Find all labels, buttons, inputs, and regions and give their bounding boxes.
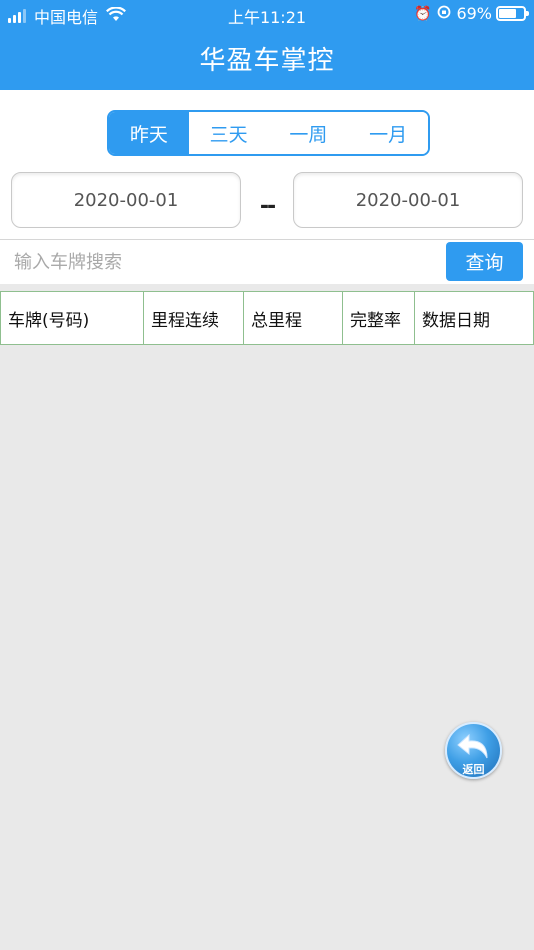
start-date-field[interactable]: 2020-00-01 xyxy=(11,172,241,228)
tab-one-month[interactable]: 一月 xyxy=(348,112,428,154)
column-total-mileage: 总里程 xyxy=(244,292,343,344)
alarm-icon: ⏰ xyxy=(414,5,432,22)
column-completeness-rate: 完整率 xyxy=(343,292,415,344)
query-button[interactable]: 查询 xyxy=(446,242,523,281)
column-plate-number: 车牌(号码) xyxy=(1,292,144,344)
filter-panel: 昨天 三天 一周 一月 2020-00-01 -- 2020-00-01 查询 xyxy=(0,90,534,284)
battery-percent: 69% xyxy=(456,4,492,23)
column-mileage-continuity: 里程连续 xyxy=(144,292,244,344)
tab-yesterday[interactable]: 昨天 xyxy=(109,112,189,154)
battery-fill xyxy=(499,9,516,18)
status-bar: 中国电信 上午11:21 ⏰ 69% xyxy=(0,0,534,28)
app-header: 中国电信 上午11:21 ⏰ 69% 华盈车掌控 xyxy=(0,0,534,90)
search-row: 查询 xyxy=(0,239,534,284)
tab-one-week[interactable]: 一周 xyxy=(268,112,349,154)
back-button[interactable]: 返回 xyxy=(445,722,502,779)
plate-search-input[interactable] xyxy=(0,240,440,284)
range-segmented-control: 昨天 三天 一周 一月 xyxy=(107,110,430,156)
tab-three-days[interactable]: 三天 xyxy=(188,112,269,154)
battery-icon xyxy=(496,6,529,21)
end-date-field[interactable]: 2020-00-01 xyxy=(293,172,523,228)
page-title: 华盈车掌控 xyxy=(199,46,335,76)
status-right: ⏰ 69% xyxy=(408,4,529,23)
back-arrow-icon xyxy=(457,733,488,759)
column-data-date: 数据日期 xyxy=(422,310,490,331)
back-label: 返回 xyxy=(462,763,485,776)
rotation-lock-icon xyxy=(437,5,451,23)
date-separator: -- xyxy=(259,194,276,219)
table-header: 车牌(号码) 里程连续 总里程 完整率 数据日期 xyxy=(0,291,534,345)
